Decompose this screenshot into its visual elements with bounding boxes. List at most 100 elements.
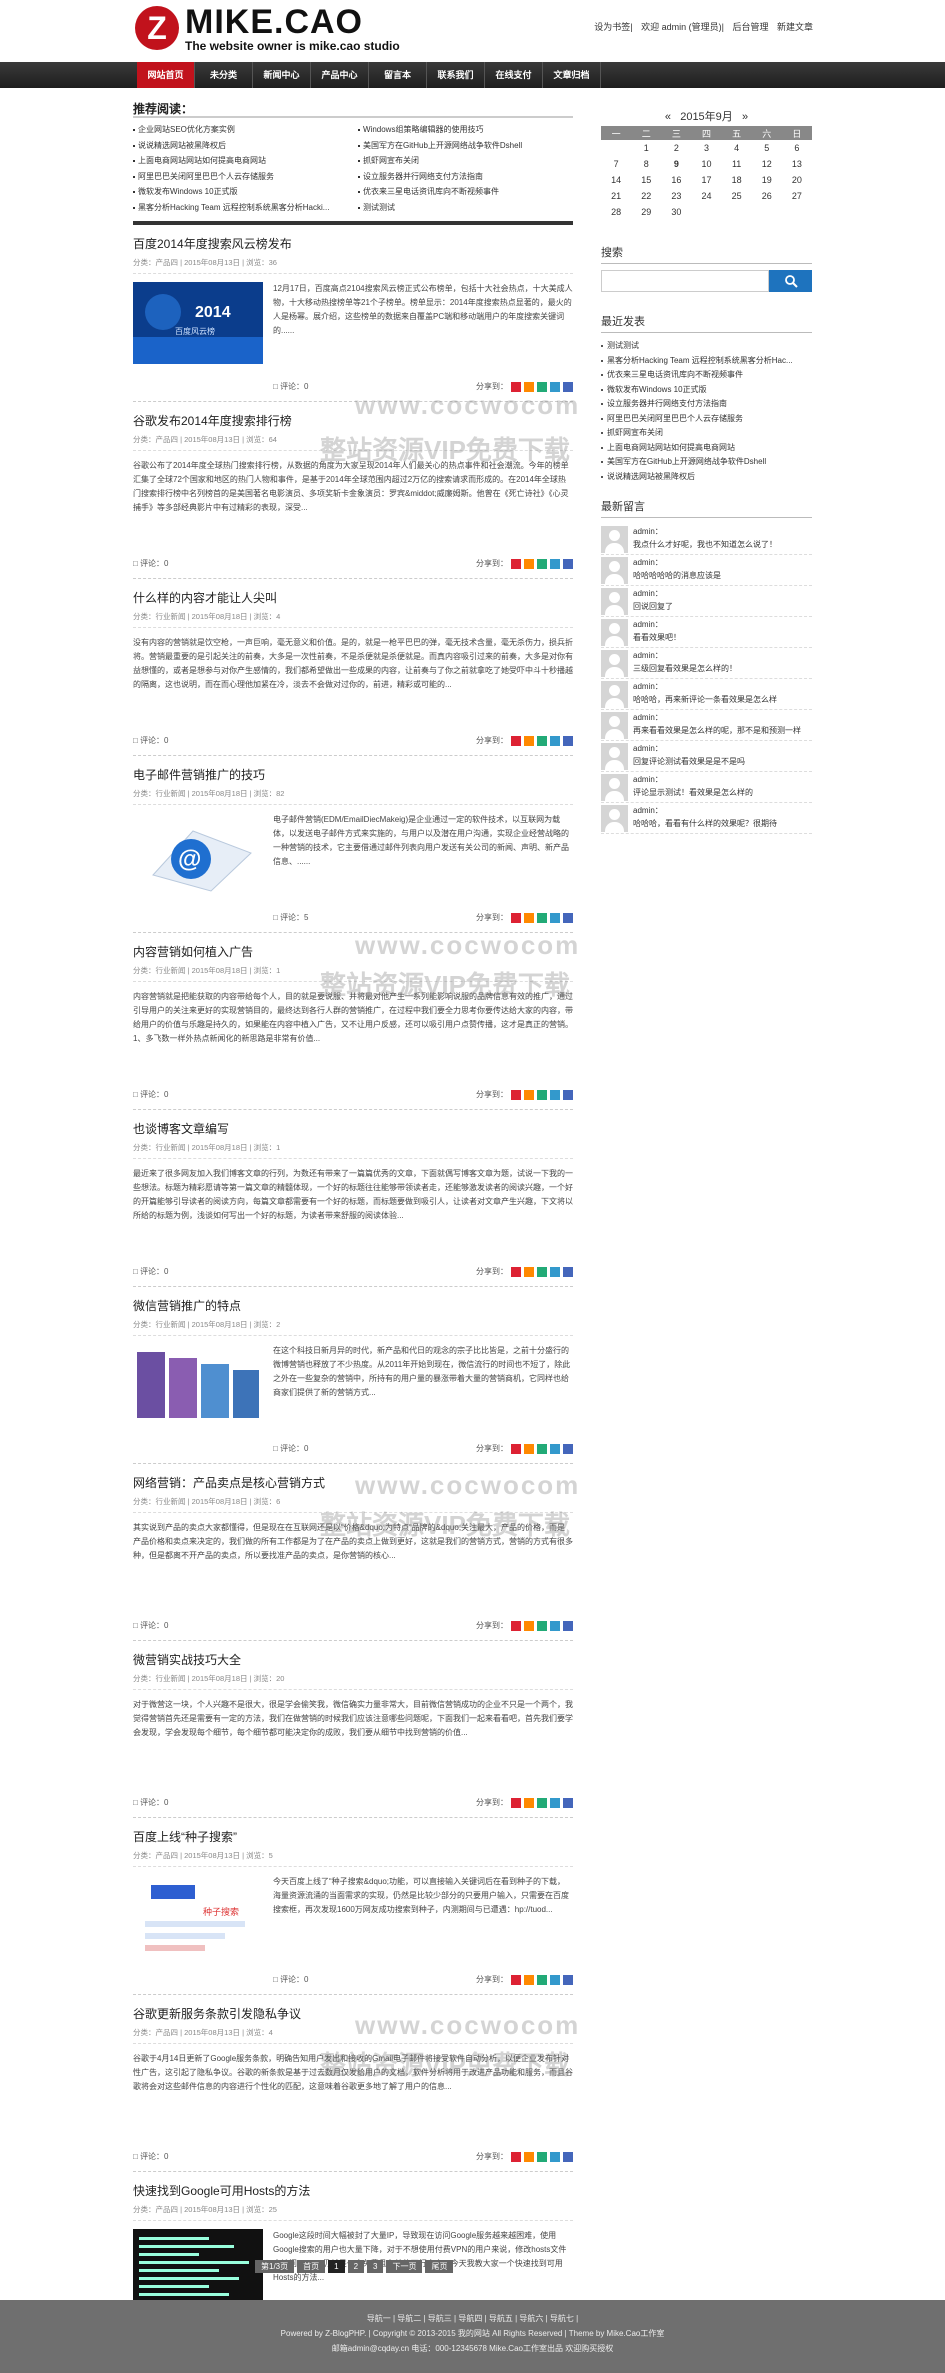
bookmark-link[interactable]: 设为书签	[594, 22, 630, 32]
comment-count[interactable]: □ 评论：0	[273, 381, 309, 392]
share-icon[interactable]	[524, 2151, 534, 2162]
calendar-day[interactable]: 16	[661, 172, 691, 188]
share-icon[interactable]	[511, 381, 521, 392]
share-icon[interactable]	[511, 1620, 521, 1631]
share-icon[interactable]	[524, 1266, 534, 1277]
calendar-day[interactable]: 23	[661, 188, 691, 204]
calendar-next[interactable]: »	[742, 111, 748, 123]
page-next[interactable]: 下一页	[386, 2260, 423, 2273]
recent-post-link[interactable]: 美国军方在GitHub上开源网络战争软件Dshell	[601, 455, 812, 470]
reco-item[interactable]: 优衣来三星电话资讯库向不断视频事件	[358, 184, 573, 200]
share-icon[interactable]	[511, 1443, 521, 1454]
nav-news[interactable]: 新闻中心	[253, 62, 311, 88]
share-icon[interactable]	[537, 735, 547, 746]
comment-item[interactable]: admin： 哈哈哈，看看有什么样的效果呢？很期待	[601, 803, 812, 834]
post-title[interactable]: 什么样的内容才能让人尖叫	[133, 589, 573, 605]
page-3[interactable]: 3	[367, 2260, 384, 2273]
reco-item[interactable]: 美国军方在GitHub上开源网络战争软件Dshell	[358, 138, 573, 154]
post-title[interactable]: 网络营销：产品卖点是核心营销方式	[133, 1474, 573, 1490]
post-title[interactable]: 谷歌发布2014年度搜索排行榜	[133, 412, 573, 428]
reco-item[interactable]: 抓虾网宣布关闭	[358, 153, 573, 169]
share-icon[interactable]	[537, 912, 547, 923]
calendar-day[interactable]: 13	[782, 156, 812, 172]
share-icon[interactable]	[563, 735, 573, 746]
welcome-text[interactable]: 欢迎 admin (管理员)	[641, 22, 722, 32]
calendar-day[interactable]: 21	[601, 188, 631, 204]
calendar-day[interactable]: 27	[782, 188, 812, 204]
calendar-day[interactable]: 24	[691, 188, 721, 204]
calendar-day[interactable]: 25	[722, 188, 752, 204]
calendar-day[interactable]: 5	[752, 140, 782, 156]
share-icon[interactable]	[511, 1089, 521, 1100]
post-title[interactable]: 也谈博客文章编写	[133, 1120, 573, 1136]
comment-count[interactable]: □ 评论：0	[133, 558, 169, 569]
reco-item[interactable]: Windows组策略编辑器的使用技巧	[358, 122, 573, 138]
share-icon[interactable]	[511, 1797, 521, 1808]
share-icon[interactable]	[550, 1266, 560, 1277]
share-icon[interactable]	[550, 558, 560, 569]
comment-count[interactable]: □ 评论：0	[273, 1974, 309, 1985]
nav-home[interactable]: 网站首页	[137, 62, 195, 88]
share-icon[interactable]	[524, 1620, 534, 1631]
share-icon[interactable]	[524, 1443, 534, 1454]
share-icon[interactable]	[563, 1620, 573, 1631]
calendar-day[interactable]: 26	[752, 188, 782, 204]
comment-item[interactable]: admin： 看看效果吧！	[601, 617, 812, 648]
share-icon[interactable]	[524, 735, 534, 746]
reco-item[interactable]: 测试测试	[358, 200, 573, 216]
post-thumbnail[interactable]	[133, 2229, 263, 2311]
share-icon[interactable]	[563, 2151, 573, 2162]
share-icon[interactable]	[511, 558, 521, 569]
calendar-day[interactable]: 1	[631, 140, 661, 156]
reco-item[interactable]: 上面电商网站网站如何提高电商网站	[133, 153, 348, 169]
share-icon[interactable]	[550, 1797, 560, 1808]
calendar-day[interactable]: 4	[722, 140, 752, 156]
reco-item[interactable]: 阿里巴巴关闭阿里巴巴个人云存储服务	[133, 169, 348, 185]
admin-link[interactable]: 后台管理	[732, 22, 768, 32]
share-icon[interactable]	[537, 1974, 547, 1985]
share-icon[interactable]	[537, 2151, 547, 2162]
share-icon[interactable]	[550, 912, 560, 923]
comment-item[interactable]: admin： 再来看看效果是怎么样的呢，那不是和预测一样	[601, 710, 812, 741]
comment-item[interactable]: admin： 哈哈哈哈哈的消息应该是	[601, 555, 812, 586]
comment-count[interactable]: □ 评论：0	[133, 735, 169, 746]
share-icon[interactable]	[511, 1266, 521, 1277]
comment-item[interactable]: admin： 三级回复看效果是怎么样的！	[601, 648, 812, 679]
share-icon[interactable]	[537, 558, 547, 569]
reco-item[interactable]: 说说精选网站被黑降权后	[133, 138, 348, 154]
share-icon[interactable]	[563, 1266, 573, 1277]
comment-item[interactable]: admin： 回说回复了	[601, 586, 812, 617]
post-title[interactable]: 内容营销如何植入广告	[133, 943, 573, 959]
calendar-day[interactable]: 17	[691, 172, 721, 188]
calendar-prev[interactable]: «	[665, 111, 671, 123]
reco-item[interactable]: 黑客分析Hacking Team 远程控制系统黑客分析Hacki...	[133, 200, 348, 216]
calendar-day[interactable]: 28	[601, 204, 631, 220]
site-logo[interactable]: Z MIKE.CAO The website owner is mike.cao…	[135, 5, 400, 53]
nav-archive[interactable]: 文章归档	[543, 62, 601, 88]
nav-contact[interactable]: 联系我们	[427, 62, 485, 88]
share-icon[interactable]	[550, 1089, 560, 1100]
recent-post-link[interactable]: 优衣来三星电话资讯库向不断视频事件	[601, 368, 812, 383]
search-input[interactable]	[601, 270, 769, 292]
comment-count[interactable]: □ 评论：0	[133, 1620, 169, 1631]
comment-count[interactable]: □ 评论：0	[133, 1089, 169, 1100]
nav-products[interactable]: 产品中心	[311, 62, 369, 88]
calendar-day[interactable]: 10	[691, 156, 721, 172]
share-icon[interactable]	[563, 1443, 573, 1454]
recent-post-link[interactable]: 抓虾网宣布关闭	[601, 426, 812, 441]
share-icon[interactable]	[550, 2151, 560, 2162]
recent-post-link[interactable]: 上面电商网站网站如何提高电商网站	[601, 441, 812, 456]
share-icon[interactable]	[537, 1443, 547, 1454]
calendar-day[interactable]: 7	[601, 156, 631, 172]
comment-count[interactable]: □ 评论：0	[133, 2151, 169, 2162]
post-title[interactable]: 微营销实战技巧大全	[133, 1651, 573, 1667]
share-icon[interactable]	[537, 1797, 547, 1808]
share-icon[interactable]	[524, 1974, 534, 1985]
recent-post-link[interactable]: 设立服务器并行网络支付方法指南	[601, 397, 812, 412]
share-icon[interactable]	[550, 1620, 560, 1631]
comment-item[interactable]: admin： 我点什么才好呢，我也不知道怎么说了！	[601, 524, 812, 555]
reco-item[interactable]: 设立服务器并行网络支付方法指南	[358, 169, 573, 185]
comment-count[interactable]: □ 评论：0	[133, 1266, 169, 1277]
post-title[interactable]: 快速找到Google可用Hosts的方法	[133, 2182, 573, 2198]
post-title[interactable]: 谷歌更新服务条款引发隐私争议	[133, 2005, 573, 2021]
